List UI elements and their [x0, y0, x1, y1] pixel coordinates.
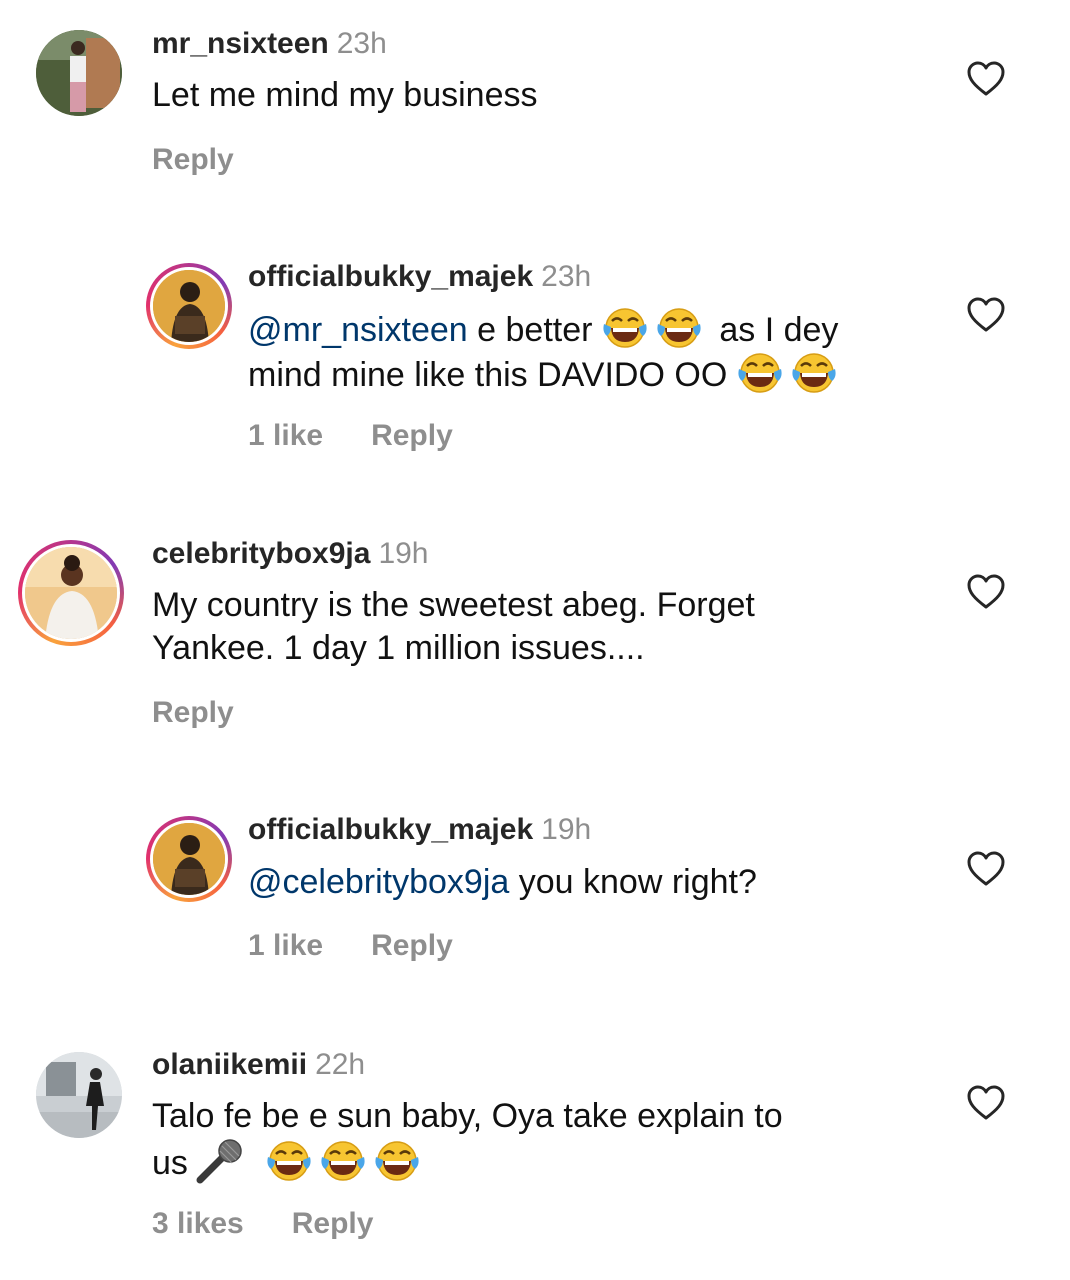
microphone-icon: [196, 1139, 242, 1184]
comment-text: Let me mind my business: [152, 76, 538, 114]
comment-text-part: My country is the sweetest abeg. Forget: [152, 586, 755, 624]
reply-button[interactable]: Reply: [371, 419, 453, 452]
avatar-photo: [36, 1052, 122, 1138]
comment-username[interactable]: mr_nsixteen: [152, 27, 329, 60]
comment-timestamp: 22h: [315, 1048, 366, 1081]
comment-timestamp: 19h: [541, 813, 592, 846]
mention-link[interactable]: @celebritybox9ja: [248, 863, 509, 901]
comment-text-part: as I dey: [709, 311, 839, 349]
comment-text: @celebritybox9ja you know right?: [248, 861, 948, 904]
avatar[interactable]: [146, 816, 232, 902]
mention-link[interactable]: @mr_nsixteen: [248, 311, 468, 349]
comment-username[interactable]: officialbukky_majek: [248, 260, 533, 293]
avatar[interactable]: [146, 263, 232, 349]
heart-icon[interactable]: [966, 850, 1006, 888]
avatar-photo: [36, 30, 122, 116]
comment-text-part: Talo fe be e sun baby, Oya take explain …: [152, 1097, 783, 1135]
comment-text-part: us: [152, 1144, 188, 1182]
avatar[interactable]: [18, 540, 124, 646]
laugh-emoji-icon: [656, 307, 702, 349]
comment-text-part: Yankee. 1 day 1 million issues....: [152, 629, 645, 667]
reply-button[interactable]: Reply: [292, 1207, 374, 1240]
avatar[interactable]: [36, 1052, 122, 1138]
reply-button[interactable]: Reply: [152, 696, 234, 729]
comment-username[interactable]: celebritybox9ja: [152, 537, 370, 570]
comment-username[interactable]: officialbukky_majek: [248, 813, 533, 846]
comment-text: My country is the sweetest abeg. Forget …: [152, 584, 912, 670]
likes-count[interactable]: 1 like: [248, 419, 323, 452]
laugh-emoji-icon: [266, 1140, 312, 1182]
comment-timestamp: 23h: [541, 260, 592, 293]
reply-button[interactable]: Reply: [371, 929, 453, 962]
heart-icon[interactable]: [966, 296, 1006, 334]
likes-count[interactable]: 3 likes: [152, 1207, 244, 1240]
comment-text: @mr_nsixteen e better as I dey mind mine…: [248, 307, 928, 397]
laugh-emoji-icon: [602, 307, 648, 349]
avatar-photo: [153, 270, 225, 342]
heart-icon[interactable]: [966, 60, 1006, 98]
comment-text: Talo fe be e sun baby, Oya take explain …: [152, 1095, 912, 1185]
comment-text-part: mind mine like this DAVIDO OO: [248, 356, 737, 394]
laugh-emoji-icon: [374, 1140, 420, 1182]
comment-text-part: e better: [467, 311, 602, 349]
laugh-emoji-icon: [737, 352, 783, 394]
comment-timestamp: 23h: [336, 27, 387, 60]
comment-text-part: you know right?: [509, 863, 757, 901]
avatar[interactable]: [36, 30, 122, 116]
comment-username[interactable]: olaniikemii: [152, 1048, 307, 1081]
avatar-photo: [153, 823, 225, 895]
comment-timestamp: 19h: [378, 537, 429, 570]
likes-count[interactable]: 1 like: [248, 929, 323, 962]
heart-icon[interactable]: [966, 1084, 1006, 1122]
heart-icon[interactable]: [966, 573, 1006, 611]
reply-button[interactable]: Reply: [152, 143, 234, 176]
avatar-photo: [25, 547, 117, 639]
laugh-emoji-icon: [320, 1140, 366, 1182]
laugh-emoji-icon: [791, 352, 837, 394]
